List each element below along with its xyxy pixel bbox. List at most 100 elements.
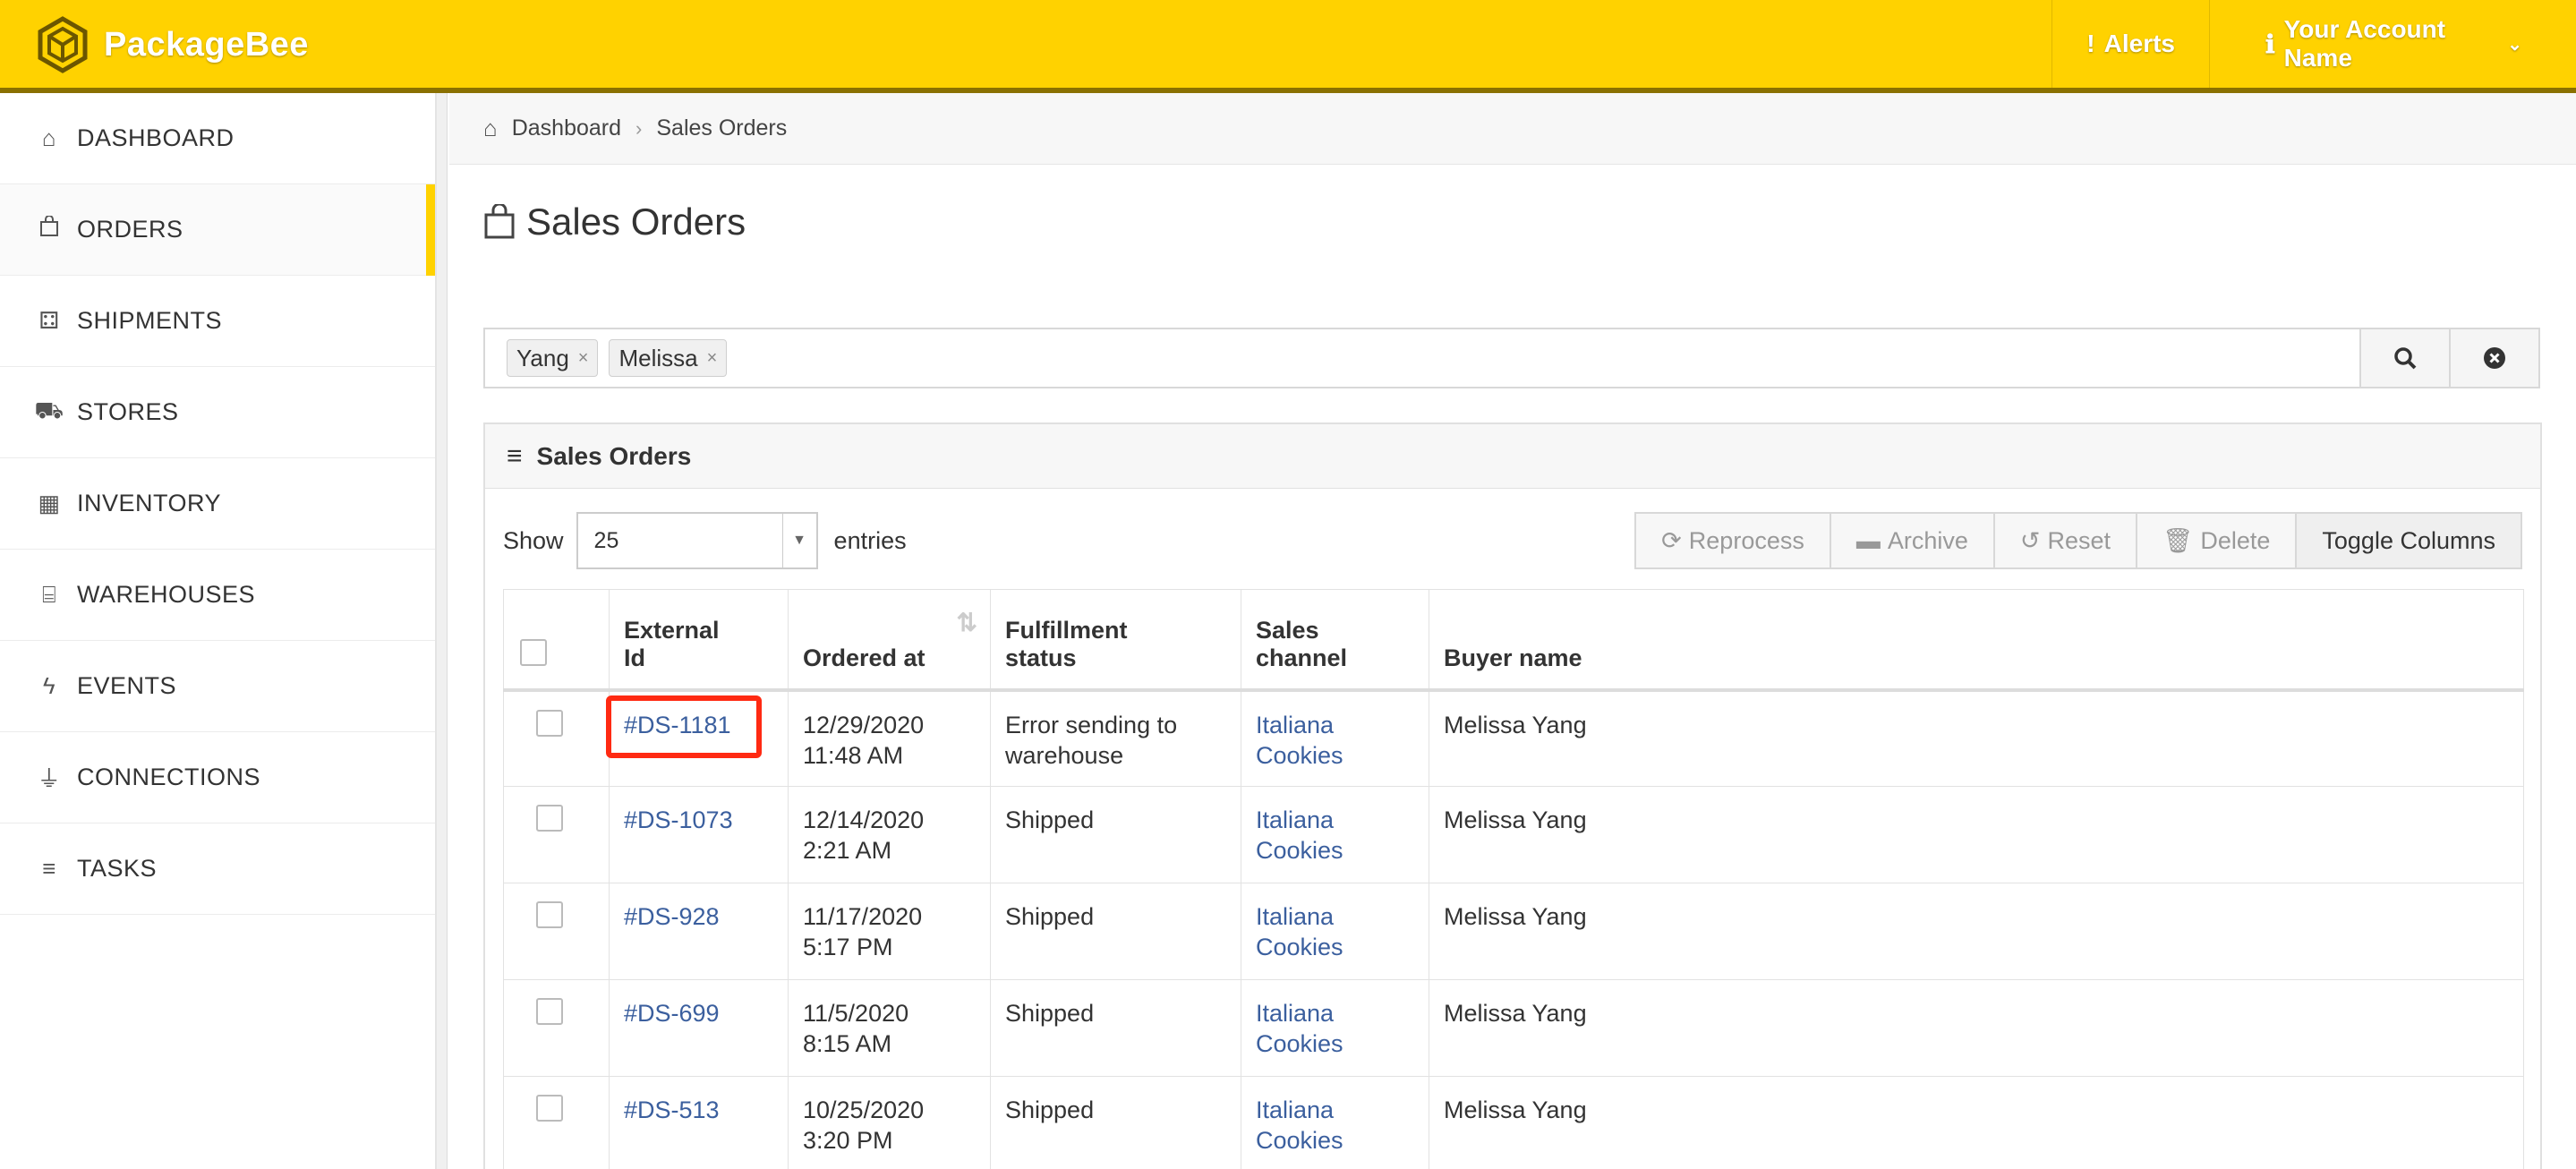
row-checkbox[interactable] [536, 901, 563, 928]
page-size-select[interactable]: 25 ▼ [576, 512, 818, 569]
breadcrumb: ⌂ Dashboard › Sales Orders [449, 93, 2576, 165]
main-content: ⌂ Dashboard › Sales Orders Sales Orders … [449, 93, 2576, 1169]
row-select-cell [503, 1076, 610, 1169]
sales-channel-link[interactable]: Italiana Cookies [1256, 712, 1343, 769]
fulfillment-status-header[interactable]: Fulfillment status [990, 589, 1241, 692]
order-time: 11:48 AM [803, 741, 904, 769]
archive-icon: ▬ [1855, 526, 1881, 554]
delete-button[interactable]: 🗑 Delete [2136, 512, 2296, 569]
reset-button[interactable]: ↺ Reset [1992, 512, 2137, 569]
sidebar-item-label: ORDERS [77, 216, 183, 243]
archive-button[interactable]: ▬ Archive [1829, 512, 1993, 569]
channel-text: Italiana [1256, 1000, 1335, 1027]
sales-channel-link[interactable]: Italiana Cookies [1256, 903, 1343, 960]
external-id-header[interactable]: External Id [609, 589, 789, 692]
buyer-name-header[interactable]: Buyer name [1429, 589, 2524, 692]
chevron-right-icon: › [635, 116, 643, 140]
row-select-cell [503, 979, 610, 1077]
sidebar-resize-handle[interactable] [437, 93, 448, 1169]
sidebar-item-label: INVENTORY [77, 490, 222, 516]
channel-text: Cookies [1256, 837, 1343, 864]
order-link[interactable]: #DS-513 [624, 1096, 720, 1123]
sidebar-item-events[interactable]: ϟ EVENTS [0, 641, 435, 732]
sales-orders-panel: ≡ Sales Orders Show 25 ▼ entries ⟳ Repro… [483, 422, 2542, 1169]
row-checkbox[interactable] [536, 709, 563, 737]
row-checkbox[interactable] [536, 998, 563, 1025]
orders-table: External Id Ordered at ⇅ Fulfillment status… [503, 589, 2524, 1169]
external-id-cell: #DS-513 [609, 1076, 789, 1169]
search-input[interactable]: Yang × Melissa × [483, 328, 2361, 388]
sidebar-item-warehouses[interactable]: ⌸ WAREHOUSES [0, 550, 435, 641]
sidebar-item-shipments[interactable]: ⚃ SHIPMENTS [0, 276, 435, 367]
row-select-cell [503, 786, 610, 883]
sales-channel-cell: Italiana Cookies [1241, 979, 1429, 1077]
order-date: 12/14/2020 [803, 806, 925, 833]
search-tag-label: Melissa [618, 344, 698, 371]
order-time: 5:17 PM [803, 934, 893, 960]
highlight-box [606, 695, 762, 758]
warehouse-icon: ⌸ [41, 580, 57, 608]
sales-channel-link[interactable]: Italiana Cookies [1256, 806, 1343, 864]
entries-label: entries [833, 526, 907, 554]
shopping-bag-icon [34, 215, 64, 243]
channel-text: Cookies [1256, 741, 1343, 769]
alerts-button[interactable]: ! Alerts [2051, 0, 2209, 88]
close-icon[interactable]: × [578, 348, 589, 369]
sidebar-item-connections[interactable]: ⏚ CONNECTIONS [0, 732, 435, 823]
logo-icon [38, 16, 88, 73]
sales-channel-link[interactable]: Italiana Cookies [1256, 1096, 1343, 1154]
brand[interactable]: PackageBee [34, 16, 309, 73]
order-link[interactable]: #DS-699 [624, 1000, 720, 1027]
channel-text: Cookies [1256, 934, 1343, 960]
undo-icon: ↺ [2019, 526, 2041, 554]
sidebar-item-label: SHIPMENTS [77, 307, 223, 334]
breadcrumb-home-link[interactable]: Dashboard [512, 115, 621, 141]
buyer-name-cell: Melissa Yang [1429, 979, 2524, 1077]
fulfillment-status-cell: Shipped [990, 883, 1241, 980]
sales-channel-cell: Italiana Cookies [1241, 1076, 1429, 1169]
sidebar-item-label: DASHBOARD [77, 124, 235, 151]
sidebar-item-inventory[interactable]: ▦ INVENTORY [0, 458, 435, 550]
order-link[interactable]: #DS-928 [624, 903, 720, 930]
account-menu-button[interactable]: ℹ Your Account Name ⌄ [2209, 0, 2576, 88]
sales-channel-link[interactable]: Italiana Cookies [1256, 1000, 1343, 1057]
close-icon[interactable]: × [707, 348, 718, 369]
row-checkbox[interactable] [536, 1095, 563, 1122]
search-button[interactable] [2361, 328, 2451, 388]
clear-search-button[interactable] [2451, 328, 2540, 388]
order-link[interactable]: #DS-1181 [606, 695, 762, 758]
search-tag[interactable]: Yang × [507, 339, 599, 377]
sidebar-item-dashboard[interactable]: ⌂ DASHBOARD [0, 93, 435, 184]
fulfillment-status-cell: Shipped [990, 1076, 1241, 1169]
buyer-name-cell: Melissa Yang [1429, 1076, 2524, 1169]
reprocess-button[interactable]: ⟳ Reprocess [1634, 512, 1830, 569]
sidebar-item-orders[interactable]: ORDERS [0, 184, 435, 276]
status-text: Error sending to [1005, 711, 1178, 738]
panel-title: Sales Orders [536, 441, 692, 470]
external-id-cell: #DS-1181 [606, 689, 789, 787]
header-label: Ordered at [803, 644, 925, 671]
row-checkbox[interactable] [536, 805, 563, 832]
channel-text: Italiana [1256, 711, 1335, 738]
buyer-name-cell: Melissa Yang [1429, 883, 2524, 980]
buyer-name-cell: Melissa Yang [1429, 786, 2524, 883]
order-link[interactable]: #DS-1073 [624, 806, 733, 833]
page-title-text: Sales Orders [526, 201, 746, 243]
header-label: Sales [1256, 616, 1319, 644]
sidebar-item-tasks[interactable]: ≡ TASKS [0, 823, 435, 915]
toggle-columns-button[interactable]: Toggle Columns [2295, 512, 2522, 569]
ordered-at-header[interactable]: Ordered at ⇅ [788, 589, 991, 692]
home-icon: ⌂ [483, 115, 498, 141]
ordered-at-cell: 10/25/2020 3:20 PM [788, 1076, 991, 1169]
sales-channel-header[interactable]: Sales channel [1241, 589, 1429, 692]
search-icon [2394, 347, 2417, 370]
table-row: #DS-1181 12/29/2020 11:48 AM Error sendin… [503, 689, 2524, 787]
search-tag[interactable]: Melissa × [609, 339, 728, 377]
fulfillment-status-cell: Shipped [990, 979, 1241, 1077]
external-id-cell: #DS-928 [609, 883, 789, 980]
select-all-checkbox[interactable] [520, 638, 547, 666]
show-label: Show [503, 526, 564, 554]
table-toolbar: ⟳ Reprocess ▬ Archive ↺ Reset 🗑 Delete T… [1634, 512, 2522, 569]
sidebar-item-stores[interactable]: ⛟ STORES [0, 367, 435, 458]
row-select-cell [503, 883, 610, 980]
